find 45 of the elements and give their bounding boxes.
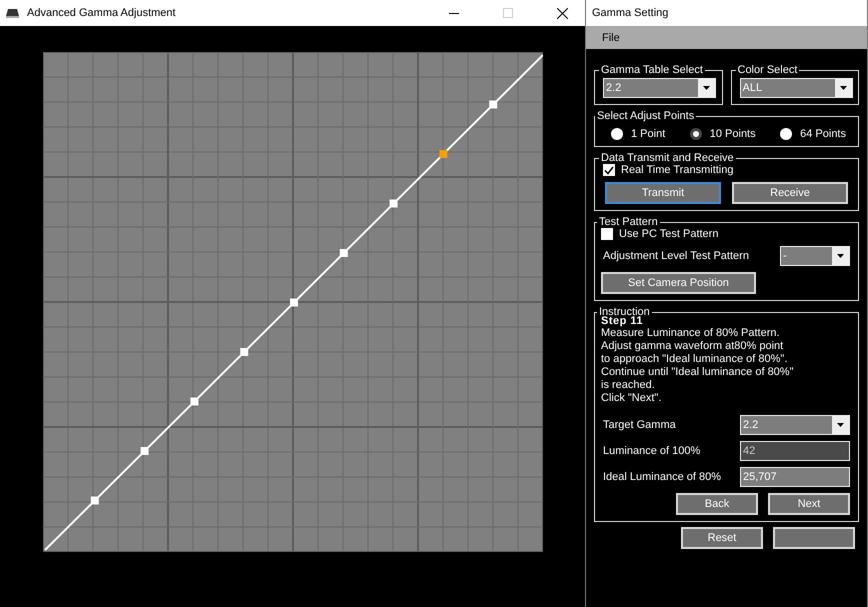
control-point[interactable]: [489, 100, 498, 108]
radio-option[interactable]: 10 Points: [690, 128, 756, 140]
field-label: Target Gamma: [603, 418, 676, 432]
level-select[interactable]: -: [780, 246, 850, 266]
reset-button[interactable]: Reset: [681, 527, 763, 549]
input-field[interactable]: 25,707: [740, 467, 850, 487]
control-point[interactable]: [390, 200, 398, 208]
minimize-icon: [449, 12, 459, 14]
field-label: Luminance of 100%: [603, 444, 700, 458]
step-title: Step 11: [601, 315, 644, 327]
field-label: Ideal Luminance of 80%: [603, 470, 722, 484]
realtime-checkbox[interactable]: Real Time Transmitting: [603, 164, 850, 176]
gamma-table-group: Gamma Table Select 2.2: [594, 64, 722, 105]
caret-icon: [837, 423, 844, 427]
gamma-select[interactable]: 2.2: [740, 415, 850, 435]
instruction-group: Instruction Step 11 Measure Luminance of 80% Pattern. Adjust gamma waveform at80% point to approach "Ideal luminance of 80%". Continue until "Ideal luminance of 80%" is reached. Click "Next". Target Gamma 2.2 Luminance of 100% 42 Ideal Luminance of 80% 25,707 Back Next: [594, 306, 859, 522]
gamma-table-select[interactable]: 2.2: [603, 78, 716, 98]
app-icon: [6, 8, 19, 18]
instruction-text: Measure Luminance of 80% Pattern. Adjust gamma waveform at80% point to approach "Ideal luminance of 80%". Continue until "Ideal luminance of 80%" is reached. Click "Next".: [601, 327, 794, 405]
close-icon: [556, 8, 568, 18]
caret-icon: [703, 86, 710, 90]
camera-position-button[interactable]: Set Camera Position: [601, 272, 756, 294]
pc-pattern-checkbox[interactable]: Use PC Test Pattern: [601, 228, 850, 240]
window-title: Gamma Setting: [592, 7, 668, 19]
transmit-button[interactable]: Receive: [732, 182, 848, 204]
radio-option[interactable]: 64 Points: [780, 128, 846, 140]
caret-icon: [837, 254, 844, 258]
transmit-button[interactable]: Transmit: [605, 182, 721, 204]
test-pattern-group: Test Pattern Use PC Test Pattern Adjustment Level Test Pattern - Set Camera Position: [594, 216, 859, 301]
control-point[interactable]: [140, 447, 149, 455]
adjust-points-group: Select Adjust Points 1 Point 10 Points 64 Points: [594, 110, 859, 147]
window-title: Advanced Gamma Adjustment: [27, 7, 176, 19]
maximize-icon: [503, 8, 513, 18]
control-point[interactable]: [240, 348, 248, 356]
menu-item[interactable]: File: [596, 32, 626, 44]
checkmark-icon: [604, 166, 614, 174]
nav-button[interactable]: Next: [768, 493, 850, 515]
radio-option[interactable]: 1 Point: [611, 128, 666, 140]
nav-button[interactable]: Back: [676, 493, 758, 515]
footer-button[interactable]: [773, 527, 855, 549]
color-select-group: Color Select ALL: [730, 64, 859, 105]
caret-icon: [840, 86, 846, 90]
data-transmit-group: Data Transmit and Receive Real Time Transmitting Transmit Receive: [594, 152, 859, 211]
color-select[interactable]: ALL: [740, 78, 852, 98]
field-label: Adjustment Level Test Pattern: [603, 250, 749, 262]
